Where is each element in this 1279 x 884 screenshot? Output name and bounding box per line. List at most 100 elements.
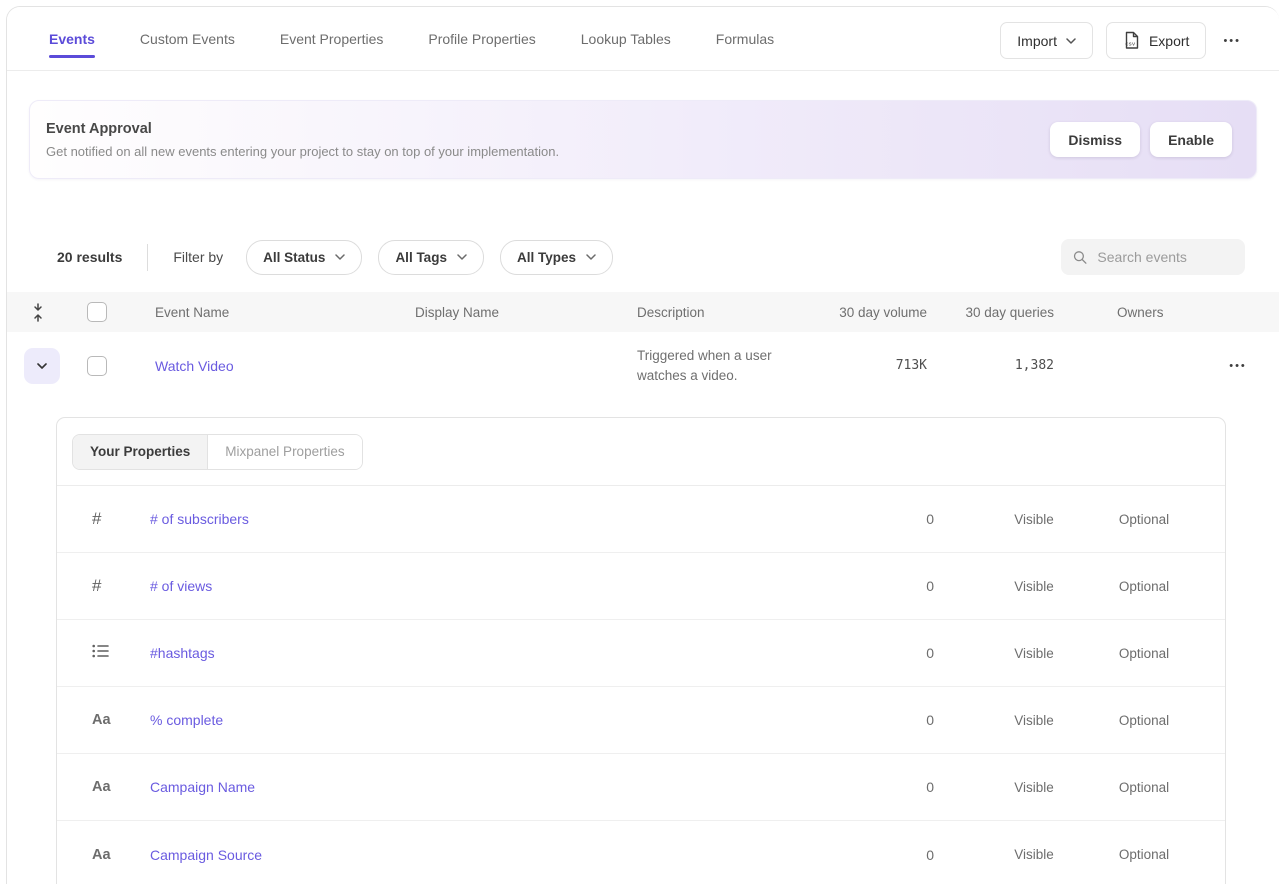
types-filter-dropdown[interactable]: All Types <box>500 240 613 275</box>
property-count: 0 <box>839 645 979 661</box>
property-status: Optional <box>1089 646 1199 661</box>
property-visibility: Visible <box>979 646 1089 661</box>
import-button-label: Import <box>1017 33 1057 49</box>
property-visibility: Visible <box>979 713 1089 728</box>
property-row: #hashtags 0 Visible Optional <box>57 620 1225 687</box>
status-filter-dropdown[interactable]: All Status <box>246 240 362 275</box>
property-count: 0 <box>839 847 979 863</box>
row-checkbox[interactable] <box>87 356 107 376</box>
banner-actions: Dismiss Enable <box>1050 122 1232 157</box>
column-description[interactable]: Description <box>619 305 809 320</box>
status-filter-label: All Status <box>263 250 325 265</box>
search-icon <box>1073 249 1087 266</box>
text-type-icon: Aa <box>57 847 150 863</box>
results-count: 20 results <box>57 249 122 265</box>
event-description: Triggered when a user watches a video. <box>619 346 809 386</box>
property-status: Optional <box>1089 579 1199 594</box>
chevron-down-icon <box>457 254 467 260</box>
properties-tabs: Your Properties Mixpanel Properties <box>72 434 363 470</box>
number-type-icon: # <box>57 509 150 529</box>
tab-event-properties[interactable]: Event Properties <box>280 31 384 47</box>
tab-lookup-tables[interactable]: Lookup Tables <box>581 31 671 47</box>
collapse-rows-icon[interactable] <box>31 303 45 322</box>
app-window: Events Custom Events Event Properties Pr… <box>6 6 1279 884</box>
nav-tabs: Events Custom Events Event Properties Pr… <box>49 7 774 47</box>
nav-actions: Import csv Export ••• <box>1000 7 1279 59</box>
tab-profile-properties[interactable]: Profile Properties <box>428 31 535 47</box>
banner-subtitle: Get notified on all new events entering … <box>46 144 559 159</box>
properties-panel: Your Properties Mixpanel Properties # # … <box>56 417 1226 884</box>
import-button[interactable]: Import <box>1000 22 1093 59</box>
column-30-day-queries[interactable]: 30 day queries <box>927 305 1054 320</box>
banner-title: Event Approval <box>46 121 559 137</box>
column-30-day-volume[interactable]: 30 day volume <box>809 305 927 320</box>
search-box <box>1061 239 1245 275</box>
tab-events[interactable]: Events <box>49 31 95 47</box>
property-count: 0 <box>839 578 979 594</box>
list-type-icon <box>57 644 150 663</box>
chevron-down-icon <box>1066 38 1076 44</box>
tab-custom-events[interactable]: Custom Events <box>140 31 235 47</box>
property-name-link[interactable]: Campaign Source <box>150 847 839 863</box>
property-row: Aa Campaign Name 0 Visible Optional <box>57 754 1225 821</box>
property-name-link[interactable]: Campaign Name <box>150 779 839 795</box>
property-status: Optional <box>1089 512 1199 527</box>
property-visibility: Visible <box>979 847 1089 862</box>
divider <box>147 244 148 271</box>
dismiss-button[interactable]: Dismiss <box>1050 122 1140 157</box>
tab-your-properties[interactable]: Your Properties <box>73 435 208 469</box>
property-row: Aa % complete 0 Visible Optional <box>57 687 1225 754</box>
table-header: Event Name Display Name Description 30 d… <box>7 292 1279 332</box>
properties-panel-header: Your Properties Mixpanel Properties <box>57 418 1225 486</box>
select-all-checkbox[interactable] <box>87 302 107 322</box>
filter-row: 20 results Filter by All Status All Tags… <box>7 239 1279 275</box>
tags-filter-label: All Tags <box>395 250 447 265</box>
property-visibility: Visible <box>979 780 1089 795</box>
chevron-down-icon <box>586 254 596 260</box>
tags-filter-dropdown[interactable]: All Tags <box>378 240 484 275</box>
enable-button[interactable]: Enable <box>1150 122 1232 157</box>
property-status: Optional <box>1089 713 1199 728</box>
event-approval-banner: Event Approval Get notified on all new e… <box>29 100 1257 179</box>
top-navbar: Events Custom Events Event Properties Pr… <box>7 7 1279 71</box>
property-count: 0 <box>839 511 979 527</box>
more-menu-icon[interactable]: ••• <box>1219 29 1245 53</box>
column-event-name[interactable]: Event Name <box>137 305 397 320</box>
svg-text:csv: csv <box>1125 41 1136 48</box>
row-expand-button[interactable] <box>24 348 60 384</box>
property-count: 0 <box>839 779 979 795</box>
tab-formulas[interactable]: Formulas <box>716 31 774 47</box>
event-30-day-volume: 713K <box>809 358 927 373</box>
property-row: Aa Campaign Source 0 Visible Optional <box>57 821 1225 884</box>
column-owners[interactable]: Owners <box>1054 305 1197 320</box>
property-status: Optional <box>1089 847 1199 862</box>
row-more-menu-icon[interactable]: ••• <box>1197 354 1279 378</box>
property-visibility: Visible <box>979 579 1089 594</box>
chevron-down-icon <box>335 254 345 260</box>
event-table-row: Watch Video Triggered when a user watche… <box>7 332 1279 399</box>
filter-by-label: Filter by <box>173 249 223 265</box>
text-type-icon: Aa <box>57 712 150 728</box>
column-display-name[interactable]: Display Name <box>397 305 619 320</box>
property-status: Optional <box>1089 780 1199 795</box>
property-visibility: Visible <box>979 512 1089 527</box>
search-input[interactable] <box>1097 249 1233 265</box>
export-button-label: Export <box>1149 33 1189 49</box>
property-name-link[interactable]: # of views <box>150 578 839 594</box>
export-button[interactable]: csv Export <box>1106 22 1206 59</box>
property-name-link[interactable]: #hashtags <box>150 645 839 661</box>
types-filter-label: All Types <box>517 250 576 265</box>
text-type-icon: Aa <box>57 779 150 795</box>
banner-text: Event Approval Get notified on all new e… <box>46 121 559 159</box>
event-name-link[interactable]: Watch Video <box>137 358 397 374</box>
number-type-icon: # <box>57 576 150 596</box>
property-name-link[interactable]: % complete <box>150 712 839 728</box>
row-expand-chevron-icon <box>37 363 47 369</box>
csv-file-icon: csv <box>1123 31 1140 50</box>
property-row: # # of subscribers 0 Visible Optional <box>57 486 1225 553</box>
event-30-day-queries: 1,382 <box>927 358 1054 373</box>
property-name-link[interactable]: # of subscribers <box>150 511 839 527</box>
property-count: 0 <box>839 712 979 728</box>
tab-mixpanel-properties[interactable]: Mixpanel Properties <box>208 435 361 469</box>
property-row: # # of views 0 Visible Optional <box>57 553 1225 620</box>
